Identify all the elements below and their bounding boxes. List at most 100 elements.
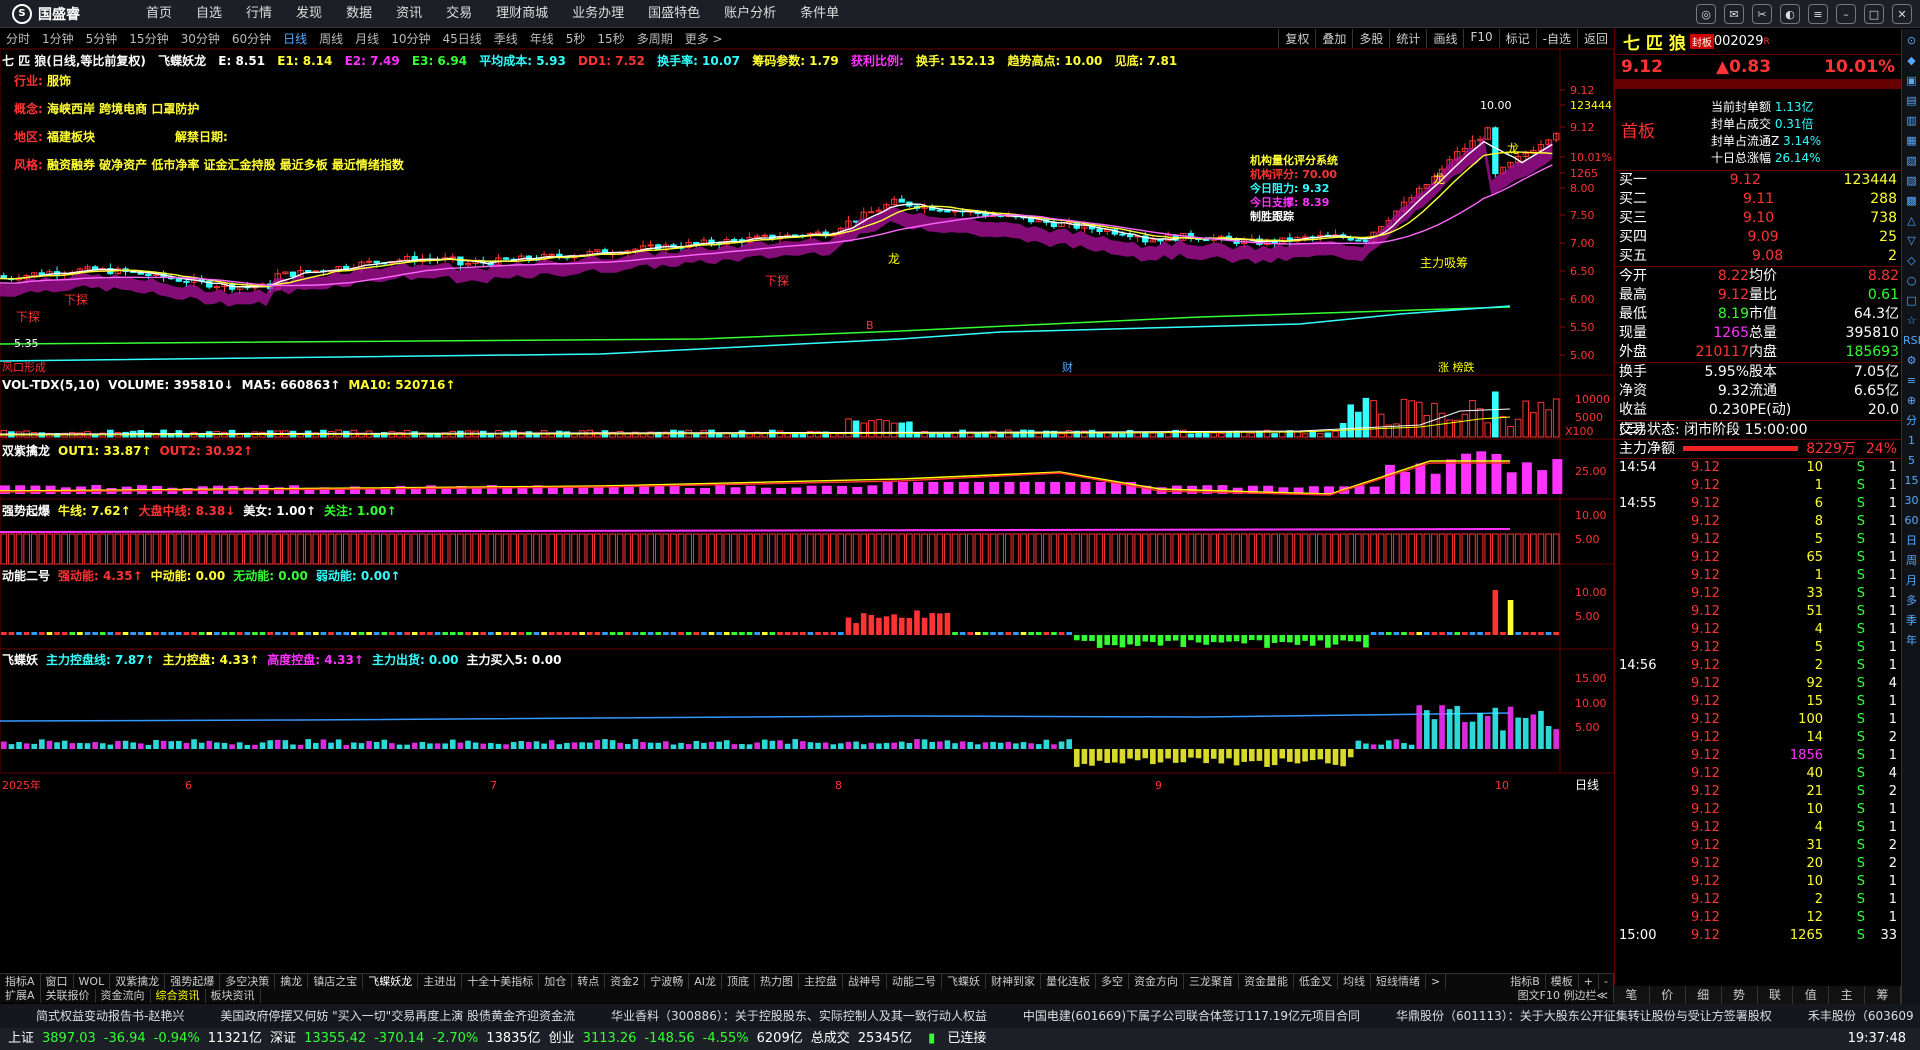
period-tab-9[interactable]: 10分钟	[385, 30, 436, 47]
indicator-tab-18[interactable]: 主控盘	[799, 974, 843, 989]
period-tab-8[interactable]: 月线	[349, 30, 385, 47]
sidebar-btn-26[interactable]: 周	[1903, 552, 1920, 569]
sidebar-btn-22[interactable]: 15	[1903, 472, 1920, 489]
sidebar-btn-4[interactable]: ▥	[1903, 112, 1920, 129]
tool-icon[interactable]: ✂	[1752, 4, 1772, 24]
indicator-tab-30[interactable]: 短线情绪	[1371, 974, 1426, 989]
menu-item-11[interactable]: 条件单	[788, 0, 851, 28]
toolbar-button-0[interactable]: 复权	[1278, 29, 1315, 48]
sidebar-btn-13[interactable]: □	[1903, 292, 1920, 309]
news-item-5[interactable]: 禾丰股份（603609	[1808, 1009, 1914, 1023]
tick-list[interactable]: 14:54 9.12 10 S 1 9.12 1 S 1 14:55 9.12 6 S 1 9.12 8 S 1 9…	[1615, 458, 1901, 945]
chat-icon[interactable]: ◎	[1696, 4, 1716, 24]
indicator-tab-33[interactable]: 模板	[1546, 974, 1579, 989]
menu-item-8[interactable]: 业务办理	[560, 0, 636, 28]
indicator-tab-24[interactable]: 多空	[1096, 974, 1129, 989]
indicator-tab-9[interactable]: 主进出	[418, 974, 463, 989]
period-tab-5[interactable]: 60分钟	[226, 30, 277, 47]
period-tab-4[interactable]: 30分钟	[175, 30, 226, 47]
indicator-tab-21[interactable]: 飞蝶妖	[942, 974, 986, 989]
close-icon[interactable]: ✕	[1892, 4, 1912, 24]
sidebar-btn-0[interactable]: ⊙	[1903, 32, 1920, 49]
indicator-tab-12[interactable]: 转点	[572, 974, 606, 989]
indicator-tab-3[interactable]: 双紫擒龙	[110, 974, 166, 989]
ext-tab-right[interactable]: 图文F10 例边栏≪	[1513, 989, 1614, 1003]
period-tab-0[interactable]: 分时	[0, 30, 36, 47]
sidebar-btn-10[interactable]: ▽	[1903, 232, 1920, 249]
sidebar-btn-1[interactable]: ◆	[1903, 52, 1920, 69]
indicator-tab-32[interactable]: 指标B	[1505, 974, 1546, 989]
period-tab-6[interactable]: 日线	[277, 30, 313, 47]
sidebar-btn-25[interactable]: 日	[1903, 532, 1920, 549]
indicator-tab-10[interactable]: 十全十美指标	[462, 974, 540, 989]
period-tab-13[interactable]: 5秒	[560, 30, 592, 47]
period-tab-3[interactable]: 15分钟	[123, 30, 174, 47]
menu-item-6[interactable]: 交易	[434, 0, 484, 28]
sidebar-btn-9[interactable]: △	[1903, 212, 1920, 229]
indicator-tab-35[interactable]: -	[1599, 974, 1614, 989]
menu-item-9[interactable]: 国盛特色	[636, 0, 712, 28]
toolbar-button-3[interactable]: 统计	[1389, 29, 1426, 48]
indicator-tab-23[interactable]: 量化连板	[1041, 974, 1096, 989]
indicator-tab-22[interactable]: 财神到家	[986, 974, 1041, 989]
indicator-tab-16[interactable]: 顶底	[722, 974, 755, 989]
indicator-tab-31[interactable]: >	[1426, 974, 1447, 989]
right-tab-1[interactable]: 价	[1649, 986, 1686, 1004]
indicator-tab-15[interactable]: AI龙	[689, 974, 722, 989]
indicator-tab-2[interactable]: WOL	[74, 974, 111, 989]
indicator-tab-11[interactable]: 加仓	[539, 974, 573, 989]
news-item-1[interactable]: 美国政府停摆又何妨 "买入一切"交易再度上演 股债黄金齐迎资金流	[220, 1009, 575, 1023]
ext-tab-4[interactable]: 板块资讯	[206, 989, 261, 1003]
toolbar-button-7[interactable]: -自选	[1535, 29, 1577, 48]
menu-item-10[interactable]: 账户分析	[712, 0, 788, 28]
sidebar-btn-30[interactable]: 年	[1903, 632, 1920, 649]
sidebar-btn-27[interactable]: 月	[1903, 572, 1920, 589]
menu-item-2[interactable]: 行情	[234, 0, 284, 28]
toolbar-button-5[interactable]: F10	[1463, 29, 1498, 48]
indicator-tab-25[interactable]: 资金方向	[1129, 974, 1184, 989]
indicator-tab-6[interactable]: 擒龙	[275, 974, 309, 989]
menu-item-4[interactable]: 数据	[334, 0, 384, 28]
mail-icon[interactable]: ✉	[1724, 4, 1744, 24]
indicator-tab-5[interactable]: 多空决策	[220, 974, 276, 989]
indicator-tab-0[interactable]: 指标A	[0, 974, 41, 989]
sidebar-btn-21[interactable]: 5	[1903, 452, 1920, 469]
ext-tab-0[interactable]: 扩展A	[0, 989, 41, 1003]
sidebar-btn-3[interactable]: ▤	[1903, 92, 1920, 109]
period-tab-2[interactable]: 5分钟	[80, 30, 124, 47]
indicator-tab-14[interactable]: 宁波畅	[645, 974, 690, 989]
period-tab-15[interactable]: 多周期	[631, 30, 679, 47]
sidebar-btn-18[interactable]: ⊕	[1903, 392, 1920, 409]
period-tab-12[interactable]: 年线	[524, 30, 560, 47]
news-ticker[interactable]: 简式权益变动报告书-赵艳兴 美国政府停摆又何妨 "买入一切"交易再度上演 股债黄金…	[0, 1004, 1920, 1028]
menu-item-1[interactable]: 自选	[184, 0, 234, 28]
period-tab-1[interactable]: 1分钟	[36, 30, 80, 47]
indicator-tab-29[interactable]: 均线	[1338, 974, 1371, 989]
menu-item-5[interactable]: 资讯	[384, 0, 434, 28]
sidebar-btn-29[interactable]: 季	[1903, 612, 1920, 629]
sidebar-btn-23[interactable]: 30	[1903, 492, 1920, 509]
sidebar-btn-24[interactable]: 60	[1903, 512, 1920, 529]
sidebar-btn-8[interactable]: ▩	[1903, 192, 1920, 209]
sidebar-btn-16[interactable]: ⚙	[1903, 352, 1920, 369]
period-tab-16[interactable]: 更多 >	[679, 30, 729, 47]
news-item-2[interactable]: 华业香料（300886）：关于控股股东、实际控制人及其一致行动人权益	[611, 1009, 987, 1023]
period-tab-14[interactable]: 15秒	[591, 30, 630, 47]
sidebar-btn-15[interactable]: RSI	[1903, 332, 1920, 349]
sidebar-btn-7[interactable]: ▨	[1903, 172, 1920, 189]
ext-tab-2[interactable]: 资金流向	[96, 989, 151, 1003]
indicator-tab-7[interactable]: 镇店之宝	[308, 974, 364, 989]
news-item-4[interactable]: 华鼎股份（601113）：关于大股东公开征集转让股份与受让方签署股权	[1396, 1009, 1772, 1023]
indicator-tab-26[interactable]: 三龙聚首	[1184, 974, 1239, 989]
period-tab-11[interactable]: 季线	[488, 30, 524, 47]
minimize-icon[interactable]: –	[1836, 4, 1856, 24]
right-tab-4[interactable]: 联	[1757, 986, 1794, 1004]
sidebar-btn-2[interactable]: ▣	[1903, 72, 1920, 89]
settings-icon[interactable]: ≡	[1808, 4, 1828, 24]
news-item-0[interactable]: 简式权益变动报告书-赵艳兴	[36, 1009, 184, 1023]
sidebar-btn-5[interactable]: ▦	[1903, 132, 1920, 149]
maximize-icon[interactable]: □	[1864, 4, 1884, 24]
right-tab-5[interactable]: 值	[1793, 986, 1830, 1004]
sidebar-btn-11[interactable]: ◇	[1903, 252, 1920, 269]
indicator-tab-19[interactable]: 战神号	[843, 974, 887, 989]
